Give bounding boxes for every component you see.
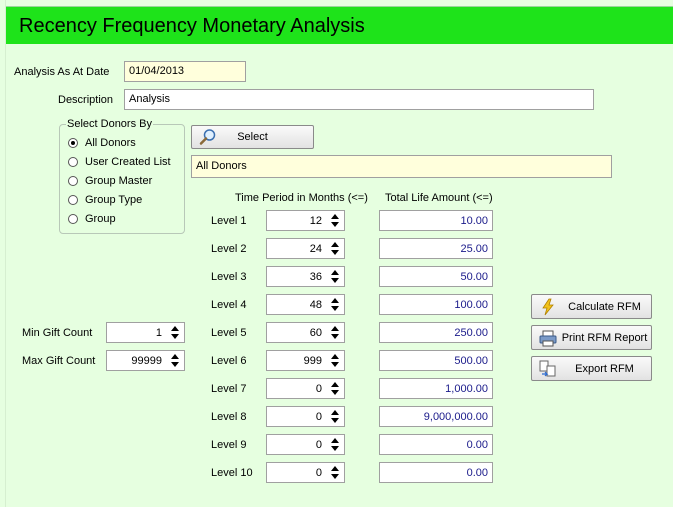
radio-circle[interactable] — [68, 176, 78, 186]
level-5-label: Level 5 — [211, 327, 247, 339]
level-8-amount-field[interactable]: 9,000,000.00 — [379, 406, 493, 427]
analysis-date-label: Analysis As At Date — [14, 66, 110, 78]
select-button-label: Select — [237, 131, 268, 143]
spin-arrows-icon[interactable] — [170, 325, 180, 340]
level-9-label: Level 9 — [211, 439, 247, 451]
radio-group[interactable]: Group — [68, 211, 116, 227]
level-4-months-value: 48 — [309, 299, 322, 311]
calculate-rfm-button[interactable]: Calculate RFM — [531, 294, 652, 319]
radio-circle[interactable] — [68, 138, 78, 148]
time-period-header: Time Period in Months (<=) — [235, 192, 368, 204]
radio-label: Group Type — [85, 194, 143, 206]
export-rfm-button[interactable]: Export RFM — [531, 356, 652, 381]
level-10-months-value: 0 — [315, 467, 322, 479]
radio-user-created-list[interactable]: User Created List — [68, 154, 171, 170]
level-8-months-value: 0 — [315, 411, 322, 423]
radio-label: All Donors — [85, 137, 136, 149]
level-2-months-stepper[interactable]: 24 — [266, 238, 345, 259]
level-7-months-stepper[interactable]: 0 — [266, 378, 345, 399]
min-gift-stepper[interactable]: 1 — [106, 322, 185, 343]
level-7-amount-field[interactable]: 1,000.00 — [379, 378, 493, 399]
level-7-months-value: 0 — [315, 383, 322, 395]
level-10-amount-field[interactable]: 0.00 — [379, 462, 493, 483]
spin-arrows-icon[interactable] — [330, 409, 340, 424]
level-5-months-stepper[interactable]: 60 — [266, 322, 345, 343]
level-8-label: Level 8 — [211, 411, 247, 423]
radio-label: Group — [85, 213, 116, 225]
spin-arrows-icon[interactable] — [330, 381, 340, 396]
print-rfm-report-label: Print RFM Report — [561, 331, 648, 344]
spin-arrows-icon[interactable] — [330, 297, 340, 312]
radio-label: User Created List — [85, 156, 171, 168]
title-bar: Recency Frequency Monetary Analysis — [6, 6, 673, 44]
min-gift-value: 1 — [155, 327, 162, 339]
level-6-label: Level 6 — [211, 355, 247, 367]
level-10-months-stepper[interactable]: 0 — [266, 462, 345, 483]
description-field[interactable]: Analysis — [124, 89, 594, 110]
page-title: Recency Frequency Monetary Analysis — [19, 15, 365, 37]
level-9-amount-field[interactable]: 0.00 — [379, 434, 493, 455]
radio-group-master[interactable]: Group Master — [68, 173, 152, 189]
select-donors-group: Select Donors By All Donors User Created… — [59, 118, 185, 234]
calculate-rfm-label: Calculate RFM — [568, 300, 641, 313]
radio-circle[interactable] — [68, 214, 78, 224]
level-9-months-value: 0 — [315, 439, 322, 451]
export-icon — [538, 360, 558, 378]
spin-arrows-icon[interactable] — [170, 353, 180, 368]
spin-arrows-icon[interactable] — [330, 241, 340, 256]
level-8-months-stepper[interactable]: 0 — [266, 406, 345, 427]
export-rfm-label: Export RFM — [575, 362, 634, 375]
level-1-months-value: 12 — [309, 215, 322, 227]
level-1-months-stepper[interactable]: 12 — [266, 210, 345, 231]
level-6-months-value: 999 — [303, 355, 322, 367]
level-7-label: Level 7 — [211, 383, 247, 395]
lightning-icon — [538, 298, 558, 316]
min-gift-label: Min Gift Count — [22, 327, 93, 339]
radio-all-donors[interactable]: All Donors — [68, 135, 136, 151]
spin-arrows-icon[interactable] — [330, 465, 340, 480]
radio-circle[interactable] — [68, 195, 78, 205]
select-button[interactable]: Select — [191, 125, 314, 149]
level-6-months-stepper[interactable]: 999 — [266, 350, 345, 371]
level-9-months-stepper[interactable]: 0 — [266, 434, 345, 455]
level-2-amount-field[interactable]: 25.00 — [379, 238, 493, 259]
spin-arrows-icon[interactable] — [330, 213, 340, 228]
total-amount-header: Total Life Amount (<=) — [385, 192, 493, 204]
level-3-months-stepper[interactable]: 36 — [266, 266, 345, 287]
selection-display-field: All Donors — [191, 155, 612, 178]
level-1-amount-field[interactable]: 10.00 — [379, 210, 493, 231]
level-10-label: Level 10 — [211, 467, 253, 479]
radio-label: Group Master — [85, 175, 153, 187]
max-gift-label: Max Gift Count — [22, 355, 96, 367]
printer-icon — [538, 329, 558, 347]
radio-circle[interactable] — [68, 157, 78, 167]
level-3-label: Level 3 — [211, 271, 247, 283]
analysis-date-field[interactable]: 01/04/2013 — [124, 61, 246, 82]
level-5-amount-field[interactable]: 250.00 — [379, 322, 493, 343]
level-4-amount-field[interactable]: 100.00 — [379, 294, 493, 315]
level-3-amount-field[interactable]: 50.00 — [379, 266, 493, 287]
window-left-edge — [0, 0, 6, 507]
level-5-months-value: 60 — [309, 327, 322, 339]
max-gift-value: 99999 — [131, 355, 162, 367]
description-label: Description — [58, 94, 114, 106]
level-3-months-value: 36 — [309, 271, 322, 283]
level-4-months-stepper[interactable]: 48 — [266, 294, 345, 315]
magnifier-icon — [198, 128, 218, 146]
level-1-label: Level 1 — [211, 215, 247, 227]
spin-arrows-icon[interactable] — [330, 325, 340, 340]
print-rfm-report-button[interactable]: Print RFM Report — [531, 325, 652, 350]
spin-arrows-icon[interactable] — [330, 437, 340, 452]
level-6-amount-field[interactable]: 500.00 — [379, 350, 493, 371]
radio-group-type[interactable]: Group Type — [68, 192, 142, 208]
spin-arrows-icon[interactable] — [330, 353, 340, 368]
max-gift-stepper[interactable]: 99999 — [106, 350, 185, 371]
spin-arrows-icon[interactable] — [330, 269, 340, 284]
level-2-label: Level 2 — [211, 243, 247, 255]
select-donors-title: Select Donors By — [66, 118, 153, 130]
level-4-label: Level 4 — [211, 299, 247, 311]
level-2-months-value: 24 — [309, 243, 322, 255]
